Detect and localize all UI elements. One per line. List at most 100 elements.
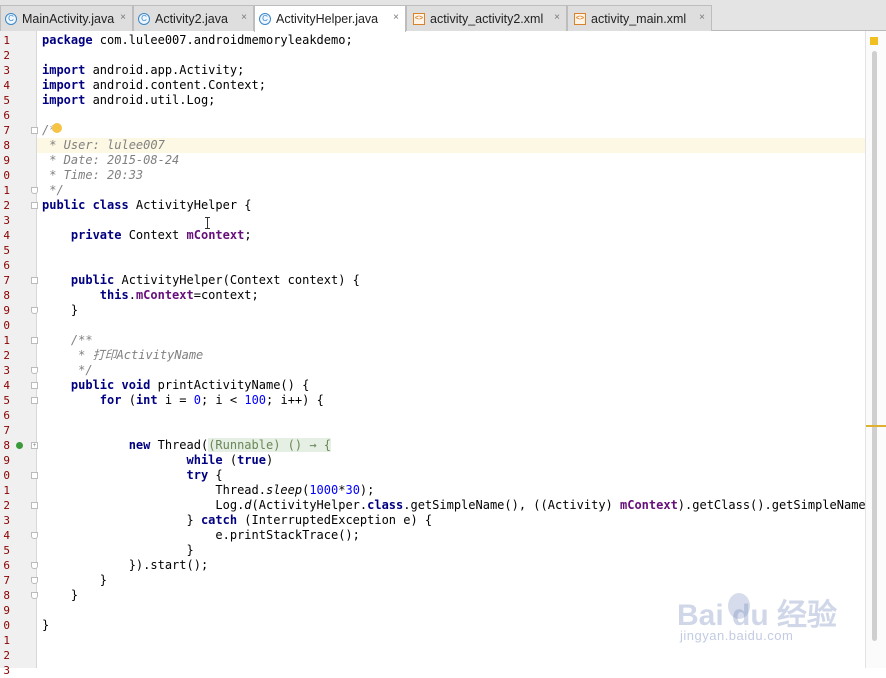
close-tab-icon[interactable]: × xyxy=(554,12,560,23)
gutter-row: 8 xyxy=(0,138,36,153)
code-text: for (int i = 0; i < 100; i++) { xyxy=(42,393,324,408)
gutter-row: 2 xyxy=(0,48,36,63)
line-number: 3 xyxy=(3,364,10,377)
code-line: } xyxy=(37,618,865,633)
line-number: 1 xyxy=(3,334,10,347)
code-token: * 打印ActivityName xyxy=(42,348,204,362)
code-token: 0 xyxy=(193,393,201,407)
code-token: ( xyxy=(121,393,136,407)
line-number: 9 xyxy=(3,604,10,617)
tab-label: ActivityHelper.java xyxy=(276,12,379,26)
tab-mainactivity-java[interactable]: C MainActivity.java × xyxy=(0,5,133,31)
code-line: new Thread((Runnable) () → { xyxy=(37,438,865,453)
code-line: } xyxy=(37,303,865,318)
gutter-row: 1 xyxy=(0,483,36,498)
code-token: (InterruptedException e) { xyxy=(237,513,433,527)
code-line: for (int i = 0; i < 100; i++) { xyxy=(37,393,865,408)
code-token: android.app.Activity; xyxy=(85,63,245,77)
code-line: import android.util.Log; xyxy=(37,93,865,108)
code-line: private Context mContext; xyxy=(37,228,865,243)
code-line: * 打印ActivityName xyxy=(37,348,865,363)
code-token: Thread. xyxy=(42,483,266,497)
code-line: * Date: 2015-08-24 xyxy=(37,153,865,168)
code-text: public ActivityHelper(Context context) { xyxy=(42,273,360,288)
gutter-row: 3 xyxy=(0,363,38,378)
code-line: }).start(); xyxy=(37,558,865,573)
close-tab-icon[interactable]: × xyxy=(393,12,399,23)
close-tab-icon[interactable]: × xyxy=(120,12,126,23)
code-token: package xyxy=(42,33,93,47)
line-number: 7 xyxy=(3,424,10,437)
editor-scrollbar[interactable] xyxy=(865,31,886,668)
code-text: } xyxy=(42,543,194,558)
code-line: Thread.sleep(1000*30); xyxy=(37,483,865,498)
gutter-row: 9 xyxy=(0,153,36,168)
code-text: import android.app.Activity; xyxy=(42,63,244,78)
scrollbar-thumb[interactable] xyxy=(872,51,877,641)
code-text: while (true) xyxy=(42,453,274,468)
tab-activityhelper-java[interactable]: C ActivityHelper.java × xyxy=(254,5,406,32)
code-token: true xyxy=(237,453,266,467)
code-token: mContext xyxy=(186,228,245,242)
gutter-row: 0 xyxy=(0,168,36,183)
close-tab-icon[interactable]: × xyxy=(241,12,247,23)
lightbulb-icon[interactable] xyxy=(52,123,62,133)
line-number: 8 xyxy=(3,139,10,152)
code-token: } xyxy=(42,513,201,527)
gutter-row: 5 xyxy=(0,543,36,558)
gutter-row: 4 xyxy=(0,528,38,543)
gutter-row: 9 xyxy=(0,453,36,468)
line-number: 6 xyxy=(3,109,10,122)
code-text: package com.lulee007.androidmemoryleakde… xyxy=(42,33,353,48)
tab-activity-activity2-xml[interactable]: <> activity_activity2.xml × xyxy=(406,5,567,31)
code-token: import xyxy=(42,78,86,92)
line-number: 1 xyxy=(3,484,10,497)
gutter-row: 3 xyxy=(0,63,36,78)
code-line: public void printActivityName() { xyxy=(37,378,865,393)
gutter-row: 6 xyxy=(0,108,36,123)
code-token: 30 xyxy=(345,483,360,497)
tab-activity-main-xml[interactable]: <> activity_main.xml × xyxy=(567,5,712,31)
code-token: ).getClass().getSimpleName()); xyxy=(677,498,886,512)
line-number: 2 xyxy=(3,199,10,212)
code-token: } xyxy=(42,543,194,557)
code-line: Log.d(ActivityHelper.class.getSimpleName… xyxy=(37,498,886,513)
code-token: android.util.Log; xyxy=(85,93,216,107)
code-token: { xyxy=(208,468,223,482)
gutter-row: 1 xyxy=(0,33,36,48)
override-marker-icon[interactable] xyxy=(16,442,23,449)
line-number: 1 xyxy=(3,184,10,197)
code-token: class xyxy=(367,498,404,512)
code-text: } xyxy=(42,303,78,318)
code-token: ; i++) { xyxy=(266,393,324,407)
code-line: * Time: 20:33 xyxy=(37,168,865,183)
code-editor[interactable]: package com.lulee007.androidmemoryleakde… xyxy=(37,31,886,668)
close-tab-icon[interactable]: × xyxy=(699,12,705,23)
line-number: 3 xyxy=(3,514,10,527)
gutter-row: 4 xyxy=(0,228,36,243)
code-text: } catch (InterruptedException e) { xyxy=(42,513,432,528)
gutter-row: 1 xyxy=(0,333,38,348)
code-token: * Time: 20:33 xyxy=(42,168,144,182)
tab-activity2-java[interactable]: C Activity2.java × xyxy=(133,5,254,31)
code-line: } xyxy=(37,543,865,558)
gutter-row: 2 xyxy=(0,648,36,663)
code-token: (ActivityHelper. xyxy=(251,498,368,512)
line-number: 0 xyxy=(3,469,10,482)
code-text: public class ActivityHelper { xyxy=(42,198,252,213)
line-number: 8 xyxy=(3,589,10,602)
code-token: ( xyxy=(222,453,238,467)
line-number: 8 xyxy=(3,289,10,302)
warning-marker-icon[interactable] xyxy=(870,37,878,45)
gutter-row: 8 xyxy=(0,288,36,303)
